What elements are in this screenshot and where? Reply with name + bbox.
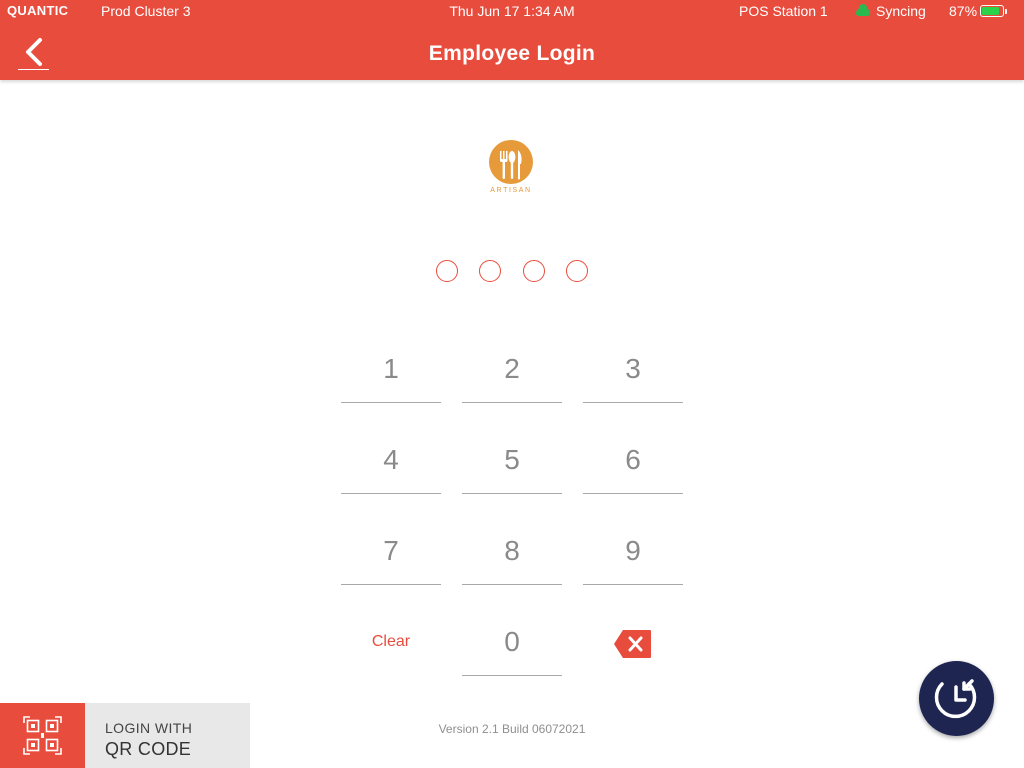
key-3[interactable]: 3	[583, 337, 683, 403]
sync-status-label: Syncing	[876, 3, 926, 19]
key-6[interactable]: 6	[583, 428, 683, 494]
key-1[interactable]: 1	[341, 337, 441, 403]
pin-dot	[565, 260, 588, 282]
logo-name: ARTISAN	[490, 187, 532, 194]
clear-button[interactable]: Clear	[341, 610, 441, 676]
pin-dot	[522, 260, 545, 282]
battery-status: 87%	[949, 3, 1008, 19]
battery-percent: 87%	[949, 3, 978, 19]
clock-in-button[interactable]	[919, 661, 994, 736]
pin-indicator	[436, 260, 588, 282]
fork-spoon-knife-icon	[489, 140, 533, 184]
pin-dot	[436, 260, 458, 282]
battery-icon	[980, 5, 1005, 17]
pin-dot	[479, 260, 502, 282]
key-4[interactable]: 4	[341, 428, 441, 494]
version-label: Version 2.1 Build 06072021	[438, 722, 586, 736]
key-9[interactable]: 9	[583, 519, 683, 585]
key-0[interactable]: 0	[462, 610, 562, 676]
backspace-icon	[614, 630, 651, 658]
key-8[interactable]: 8	[462, 519, 562, 585]
clock-in-icon	[934, 679, 977, 719]
key-2[interactable]: 2	[462, 337, 562, 403]
page-title: Employee Login	[428, 42, 596, 65]
key-5[interactable]: 5	[462, 428, 562, 494]
station-label: POS Station 1	[739, 3, 828, 19]
cloud-icon	[856, 4, 870, 16]
backspace-button[interactable]	[583, 610, 683, 676]
sync-status: Syncing	[856, 3, 926, 19]
qr-login-label-bottom: QR CODE	[105, 739, 192, 759]
restaurant-logo: ARTISAN	[478, 137, 544, 203]
top-header: QUANTIC Prod Cluster 3 Thu Jun 17 1:34 A…	[0, 0, 1024, 80]
key-7[interactable]: 7	[341, 519, 441, 585]
